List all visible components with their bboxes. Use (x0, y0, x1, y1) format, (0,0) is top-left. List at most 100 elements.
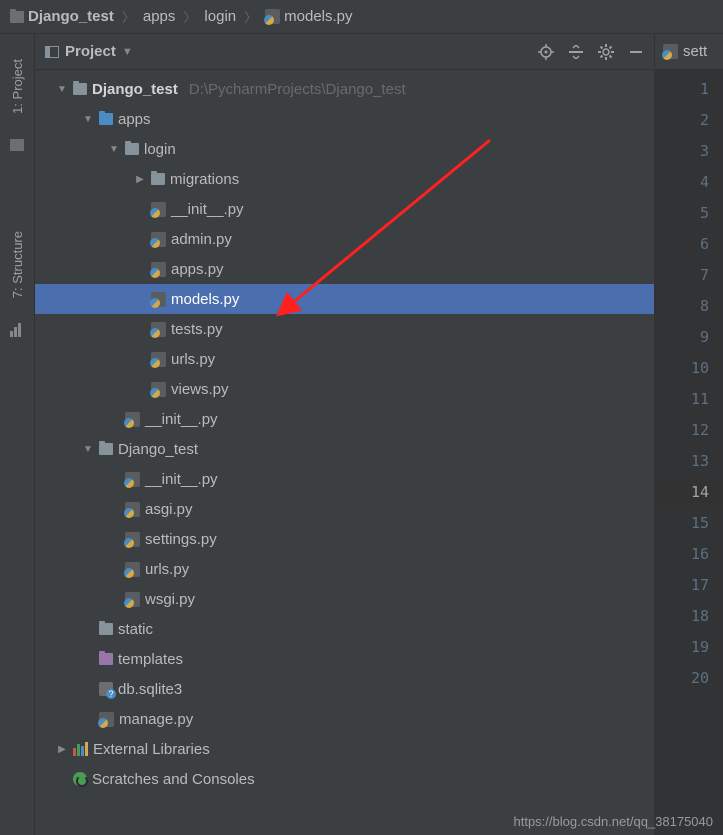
tree-item-label: db.sqlite3 (118, 681, 182, 698)
tree-row[interactable]: __init__.py (35, 404, 654, 434)
tree-row[interactable]: ▶External Libraries (35, 734, 654, 764)
python-file-icon (151, 232, 166, 247)
tree-toggle-icon[interactable]: ▶ (56, 744, 68, 755)
gutter-line[interactable]: 12 (655, 415, 723, 446)
python-file-icon (151, 322, 166, 337)
breadcrumb-item-root[interactable]: Django_test (10, 8, 114, 25)
editor-gutter[interactable]: 1234567891011121314151617181920 (655, 70, 723, 835)
breadcrumb-item[interactable]: login (204, 8, 236, 25)
tree-item-label: apps (118, 111, 151, 128)
sidebar-tab-structure[interactable]: 7: Structure (10, 231, 25, 298)
python-file-icon (151, 382, 166, 397)
gutter-line[interactable]: 3 (655, 136, 723, 167)
tree-row[interactable]: urls.py (35, 344, 654, 374)
tree-row[interactable]: tests.py (35, 314, 654, 344)
tree-row[interactable]: __init__.py (35, 194, 654, 224)
tree-row[interactable]: ▼ Django_test D:\PycharmProjects\Django_te… (35, 74, 654, 104)
tree-item-label: migrations (170, 171, 239, 188)
project-panel: Project ▼ ▼Django_testD:\PycharmProjects… (35, 34, 655, 835)
database-icon (99, 682, 113, 696)
gutter-line[interactable]: 17 (655, 570, 723, 601)
tree-row[interactable]: wsgi.py (35, 584, 654, 614)
folder-icon (73, 83, 87, 95)
tree-row[interactable]: models.py (35, 284, 654, 314)
tree-item-label: settings.py (145, 531, 217, 548)
gutter-line[interactable]: 4 (655, 167, 723, 198)
tree-row[interactable]: urls.py (35, 554, 654, 584)
breadcrumb-label: Django_test (28, 8, 114, 25)
tree-row[interactable]: ▼ login (35, 134, 654, 164)
tree-row[interactable]: db.sqlite3 (35, 674, 654, 704)
watermark: https://blog.csdn.net/qq_38175040 (514, 814, 714, 829)
tree-item-path: D:\PycharmProjects\Django_test (189, 81, 406, 98)
tree-row[interactable]: Scratches and Consoles (35, 764, 654, 794)
tree-toggle-icon[interactable]: ▼ (82, 444, 94, 455)
gutter-line[interactable]: 18 (655, 601, 723, 632)
python-file-icon (125, 562, 140, 577)
gutter-line[interactable]: 1 (655, 74, 723, 105)
gutter-line[interactable]: 5 (655, 198, 723, 229)
python-file-icon (125, 412, 140, 427)
gutter-line[interactable]: 20 (655, 663, 723, 694)
gutter-line[interactable]: 14 (655, 477, 723, 508)
panel-title[interactable]: Project ▼ (45, 43, 133, 60)
gutter-line[interactable]: 9 (655, 322, 723, 353)
breadcrumb-item[interactable]: apps (143, 8, 176, 25)
chevron-right-icon: 〉 (244, 7, 257, 26)
gutter-line[interactable]: 19 (655, 632, 723, 663)
tree-row[interactable]: views.py (35, 374, 654, 404)
tree-toggle-icon[interactable]: ▼ (108, 144, 120, 155)
gutter-line[interactable]: 7 (655, 260, 723, 291)
tree-row[interactable]: ▼ apps (35, 104, 654, 134)
tree-row[interactable]: apps.py (35, 254, 654, 284)
tree-row[interactable]: static (35, 614, 654, 644)
panel-actions (538, 44, 644, 60)
project-tree[interactable]: ▼Django_testD:\PycharmProjects\Django_te… (35, 70, 654, 835)
tree-item-label: models.py (171, 291, 239, 308)
tree-row[interactable]: templates (35, 644, 654, 674)
tree-row[interactable]: manage.py (35, 704, 654, 734)
editor-tab[interactable]: sett (655, 34, 723, 70)
tree-toggle-icon[interactable]: ▼ (82, 114, 94, 125)
gutter-line[interactable]: 6 (655, 229, 723, 260)
collapse-all-icon[interactable] (568, 44, 584, 60)
editor-tab-label: sett (683, 43, 707, 60)
scratches-icon (73, 772, 87, 786)
sidebar-tab-project[interactable]: 1: Project (10, 59, 25, 114)
gutter-line[interactable]: 8 (655, 291, 723, 322)
tree-row[interactable]: admin.py (35, 224, 654, 254)
python-file-icon (125, 502, 140, 517)
gear-icon[interactable] (598, 44, 614, 60)
breadcrumb-label: apps (143, 8, 176, 25)
gutter-line[interactable]: 11 (655, 384, 723, 415)
gutter-line[interactable]: 16 (655, 539, 723, 570)
folder-icon (99, 623, 113, 635)
python-file-icon (151, 262, 166, 277)
tree-item-label: wsgi.py (145, 591, 195, 608)
tree-row[interactable]: settings.py (35, 524, 654, 554)
tree-row[interactable]: asgi.py (35, 494, 654, 524)
tree-item-label: views.py (171, 381, 229, 398)
folder-icon (125, 143, 139, 155)
hide-icon[interactable] (628, 44, 644, 60)
library-icon (73, 742, 88, 756)
gutter-line[interactable]: 15 (655, 508, 723, 539)
gutter-line[interactable]: 13 (655, 446, 723, 477)
tree-toggle-icon[interactable]: ▶ (134, 174, 146, 185)
tree-item-label: Django_test (92, 81, 178, 98)
locate-icon[interactable] (538, 44, 554, 60)
folder-icon (151, 173, 165, 185)
gutter-line[interactable]: 10 (655, 353, 723, 384)
tree-row[interactable]: ▶ migrations (35, 164, 654, 194)
python-file-icon (125, 592, 140, 607)
tree-item-label: login (144, 141, 176, 158)
folder-icon (99, 653, 113, 665)
tree-row[interactable]: ▼Django_test (35, 434, 654, 464)
gutter-line[interactable]: 2 (655, 105, 723, 136)
tree-toggle-icon[interactable]: ▼ (56, 84, 68, 95)
panel-header: Project ▼ (35, 34, 654, 70)
tree-item-label: __init__.py (145, 471, 218, 488)
tree-item-label: templates (118, 651, 183, 668)
breadcrumb-item-file[interactable]: models.py (265, 8, 352, 25)
tree-row[interactable]: __init__.py (35, 464, 654, 494)
